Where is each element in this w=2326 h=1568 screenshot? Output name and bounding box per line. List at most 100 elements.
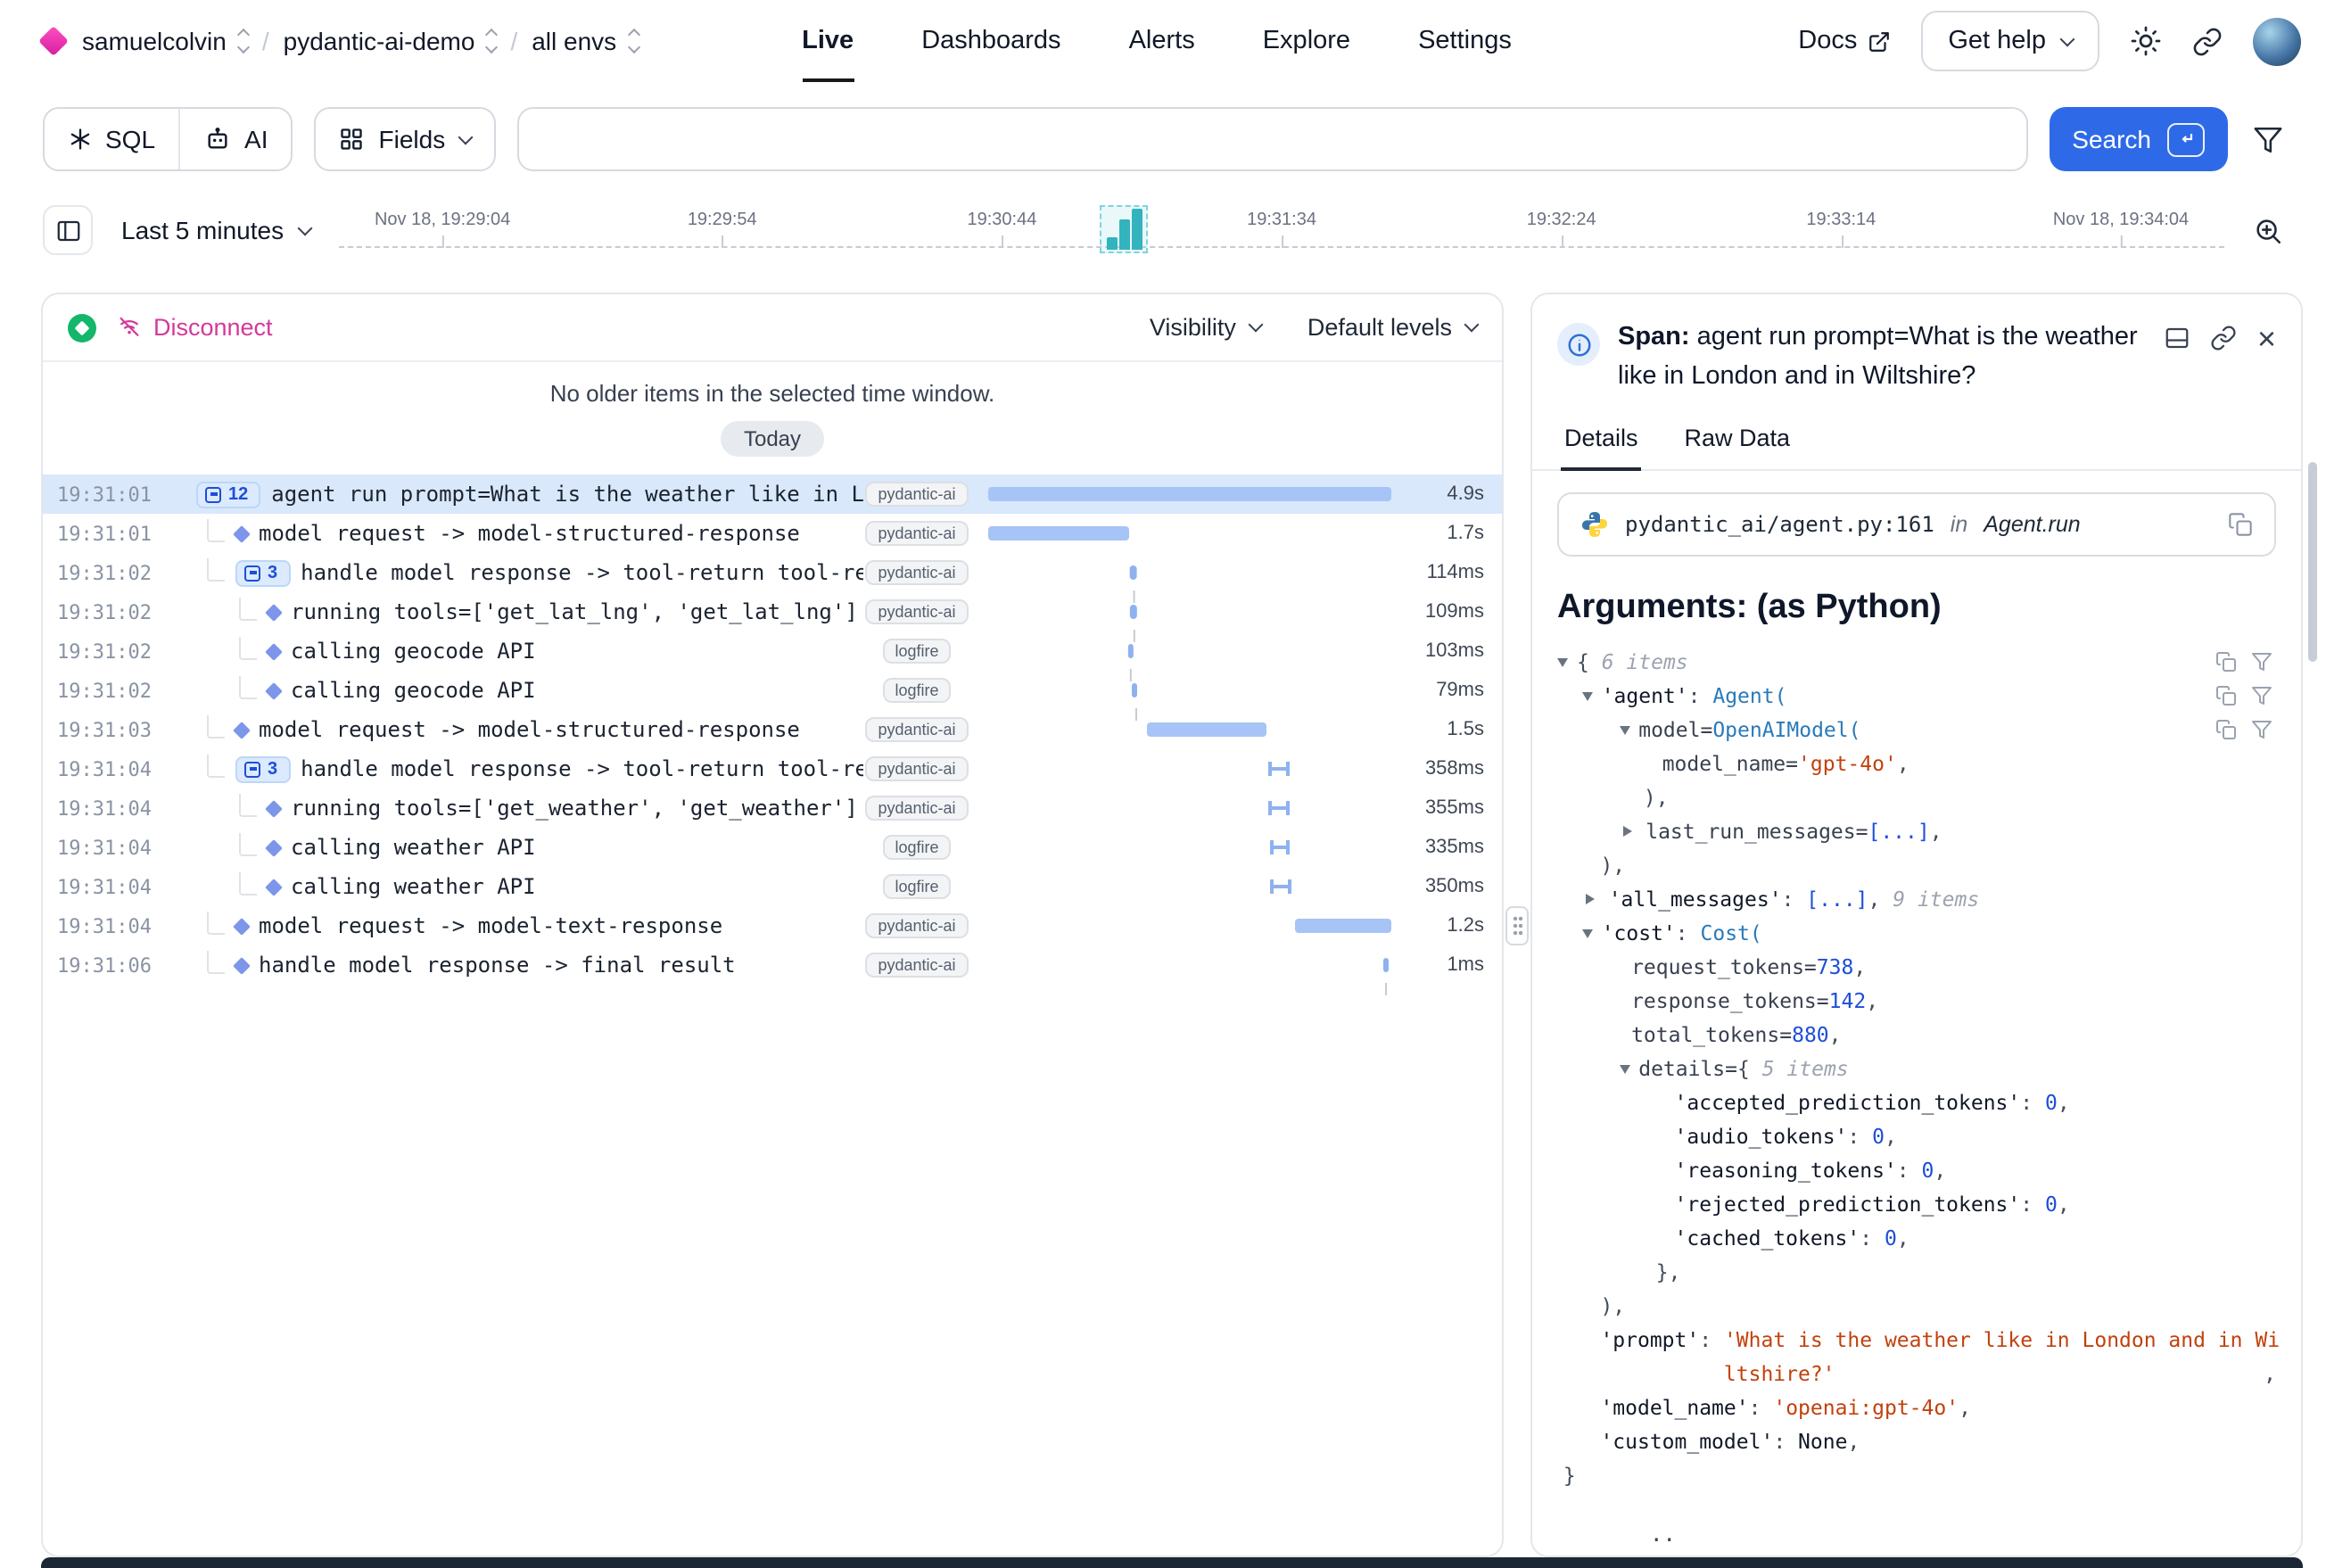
copy-icon[interactable] <box>2228 511 2253 536</box>
filter-json-button[interactable] <box>2251 651 2272 673</box>
trace-row[interactable]: 19:31:04running tools=['get_weather', 'g… <box>43 788 1502 828</box>
share-link-button[interactable] <box>2192 26 2223 56</box>
copy-json-button[interactable] <box>2215 651 2237 673</box>
code-line: { 6 items <box>1557 645 2276 679</box>
copy-json-button[interactable] <box>2215 685 2237 706</box>
caret-right-icon[interactable] <box>1622 826 1637 837</box>
default-levels-dropdown[interactable]: Default levels <box>1307 314 1477 341</box>
breadcrumb-item[interactable]: pydantic-ai-demo <box>284 27 497 55</box>
today-pill[interactable]: Today <box>721 421 824 457</box>
scope-tag: pydantic-ai <box>863 796 970 821</box>
caret-right-icon[interactable] <box>1586 894 1600 904</box>
waterfall-track <box>988 719 1391 740</box>
span-diamond-icon <box>233 917 251 935</box>
code-line: last_run_messages=[...], <box>1557 814 2276 848</box>
waterfall-track <box>988 797 1391 819</box>
python-icon <box>1580 509 1609 538</box>
row-timestamp: 19:31:02 <box>57 600 171 623</box>
user-avatar[interactable] <box>2253 17 2301 65</box>
span-name: handle model response -> tool-return too… <box>301 560 863 585</box>
breadcrumb-item[interactable]: all envs <box>532 27 638 55</box>
arguments-heading: Arguments: (as Python) <box>1557 588 2276 627</box>
trace-row[interactable]: 19:31:023handle model response -> tool-r… <box>43 553 1502 592</box>
collapse-count-badge[interactable]: 12 <box>196 481 260 508</box>
row-duration: 1ms <box>1402 954 1484 976</box>
code-line: 'accepted_prediction_tokens': 0, <box>1557 1085 2276 1119</box>
time-range-dropdown[interactable]: Last 5 minutes <box>121 216 310 244</box>
tab-details[interactable]: Details <box>1561 411 1642 470</box>
histogram-selection[interactable] <box>1100 205 1148 253</box>
collapse-count-badge[interactable]: 3 <box>235 559 290 586</box>
row-timestamp: 19:31:01 <box>57 483 171 506</box>
zoom-icon[interactable] <box>2253 215 2283 245</box>
get-help-button[interactable]: Get help <box>1921 11 2099 71</box>
trace-row[interactable]: 19:31:02calling geocode APIlogfire103ms <box>43 631 1502 671</box>
tab-raw-data[interactable]: Raw Data <box>1681 411 1794 470</box>
caret-down-icon[interactable] <box>1557 658 1568 673</box>
row-timestamp: 19:31:02 <box>57 640 171 663</box>
waterfall-track <box>988 601 1391 623</box>
caret-down-icon[interactable] <box>1582 692 1593 706</box>
caret-down-icon[interactable] <box>1582 929 1593 944</box>
code-line: ltshire?', <box>1557 1357 2276 1391</box>
ai-mode-button[interactable]: AI <box>178 109 291 169</box>
docs-link[interactable]: Docs <box>1798 27 1891 55</box>
panel-resize-handle[interactable] <box>1505 905 1529 945</box>
search-button[interactable]: Search <box>2049 107 2228 171</box>
span-diamond-icon <box>233 524 251 542</box>
line-tools <box>2215 645 2272 679</box>
collapse-count-badge[interactable]: 3 <box>235 755 290 782</box>
logfire-logo-icon[interactable] <box>38 26 69 56</box>
waterfall-track <box>988 915 1391 937</box>
span-name: calling weather API <box>291 874 863 899</box>
code-line: 'all_messages': [...], 9 items <box>1557 882 2276 916</box>
trace-row[interactable]: 19:31:01model request -> model-structure… <box>43 514 1502 553</box>
trace-row[interactable]: 19:31:02calling geocode APIlogfire79ms <box>43 671 1502 710</box>
tree-connector <box>239 598 257 621</box>
line-tools <box>2215 713 2272 747</box>
fields-dropdown[interactable]: Fields <box>315 107 496 171</box>
filter-icon[interactable] <box>2253 124 2283 154</box>
trace-row[interactable]: 19:31:02running tools=['get_lat_lng', 'g… <box>43 592 1502 631</box>
live-indicator-icon[interactable] <box>68 313 96 342</box>
filter-json-button[interactable] <box>2251 719 2272 740</box>
breadcrumb-item[interactable]: samuelcolvin <box>82 27 248 55</box>
nav-item-alerts[interactable]: Alerts <box>1129 0 1195 82</box>
default-levels-label: Default levels <box>1307 314 1452 341</box>
close-icon[interactable]: × <box>2257 326 2276 351</box>
copy-link-icon[interactable] <box>2211 325 2238 351</box>
query-input[interactable] <box>516 107 2027 171</box>
copy-json-button[interactable] <box>2215 719 2237 740</box>
sidebar-toggle-button[interactable] <box>43 205 93 255</box>
theme-toggle-button[interactable] <box>2130 25 2162 57</box>
nav-item-settings[interactable]: Settings <box>1418 0 1512 82</box>
sql-mode-button[interactable]: SQL <box>45 109 178 169</box>
trace-row[interactable]: 19:31:043handle model response -> tool-r… <box>43 749 1502 788</box>
timeline[interactable]: Nov 18, 19:29:0419:29:5419:30:4419:31:34… <box>339 203 2224 257</box>
breadcrumb-separator: / <box>510 27 517 55</box>
scope-tag: pydantic-ai <box>863 717 970 742</box>
trace-row[interactable]: 19:31:04model request -> model-text-resp… <box>43 906 1502 945</box>
bottom-drawer-edge[interactable] <box>41 1557 2303 1568</box>
trace-row[interactable]: 19:31:04calling weather APIlogfire350ms <box>43 867 1502 906</box>
visibility-dropdown[interactable]: Visibility <box>1150 314 1261 341</box>
caret-down-icon[interactable] <box>1619 726 1629 740</box>
dock-panel-icon[interactable] <box>2165 325 2191 351</box>
span-name: calling weather API <box>291 835 863 860</box>
trace-row[interactable]: 19:31:0112agent run prompt=What is the w… <box>43 475 1502 514</box>
detail-scrollbar-thumb[interactable] <box>2308 462 2317 662</box>
filter-json-button[interactable] <box>2251 685 2272 706</box>
row-timestamp: 19:31:03 <box>57 718 171 741</box>
nav-item-live[interactable]: Live <box>802 0 854 82</box>
detail-header-icons: × <box>2165 325 2276 351</box>
nav-item-explore[interactable]: Explore <box>1263 0 1350 82</box>
trace-row[interactable]: 19:31:06handle model response -> final r… <box>43 945 1502 985</box>
source-location-box[interactable]: pydantic_ai/agent.py:161 in Agent.run <box>1557 491 2276 556</box>
caret-down-icon[interactable] <box>1619 1065 1629 1079</box>
trace-row[interactable]: 19:31:03model request -> model-structure… <box>43 710 1502 749</box>
source-path: pydantic_ai/agent.py:161 <box>1625 511 1934 536</box>
disconnect-button[interactable]: Disconnect <box>116 314 273 341</box>
nav-item-dashboards[interactable]: Dashboards <box>921 0 1060 82</box>
row-duration: 1.5s <box>1402 719 1484 740</box>
trace-row[interactable]: 19:31:04calling weather APIlogfire335ms <box>43 828 1502 867</box>
